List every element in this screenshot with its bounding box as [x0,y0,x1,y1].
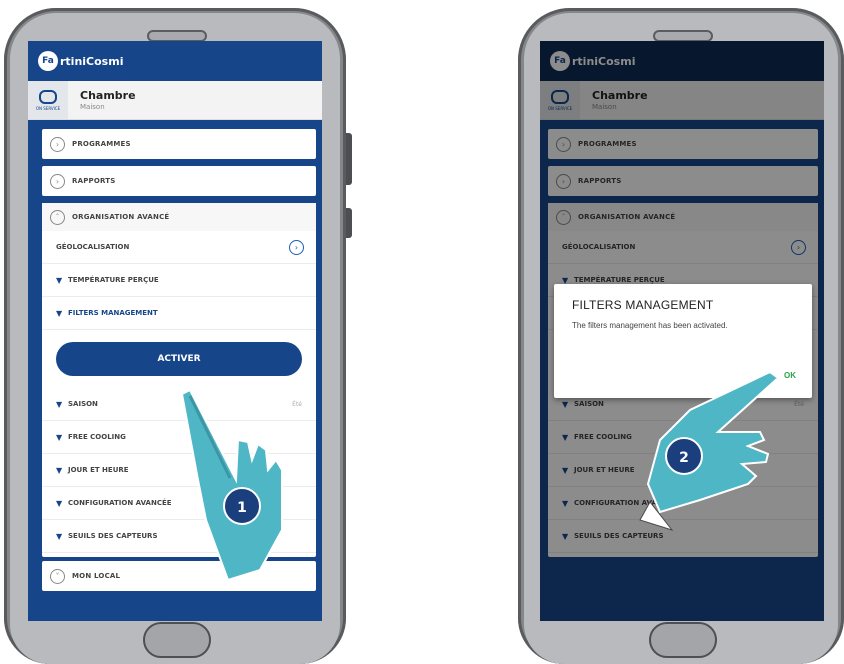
hand-icon-step-1: 1 [180,388,283,582]
step-2-label: 2 [679,450,689,466]
step-1-label: 1 [237,500,247,516]
hand-icon-step-2: 2 [639,370,780,531]
pointing-hands: 1 2 [180,370,780,582]
